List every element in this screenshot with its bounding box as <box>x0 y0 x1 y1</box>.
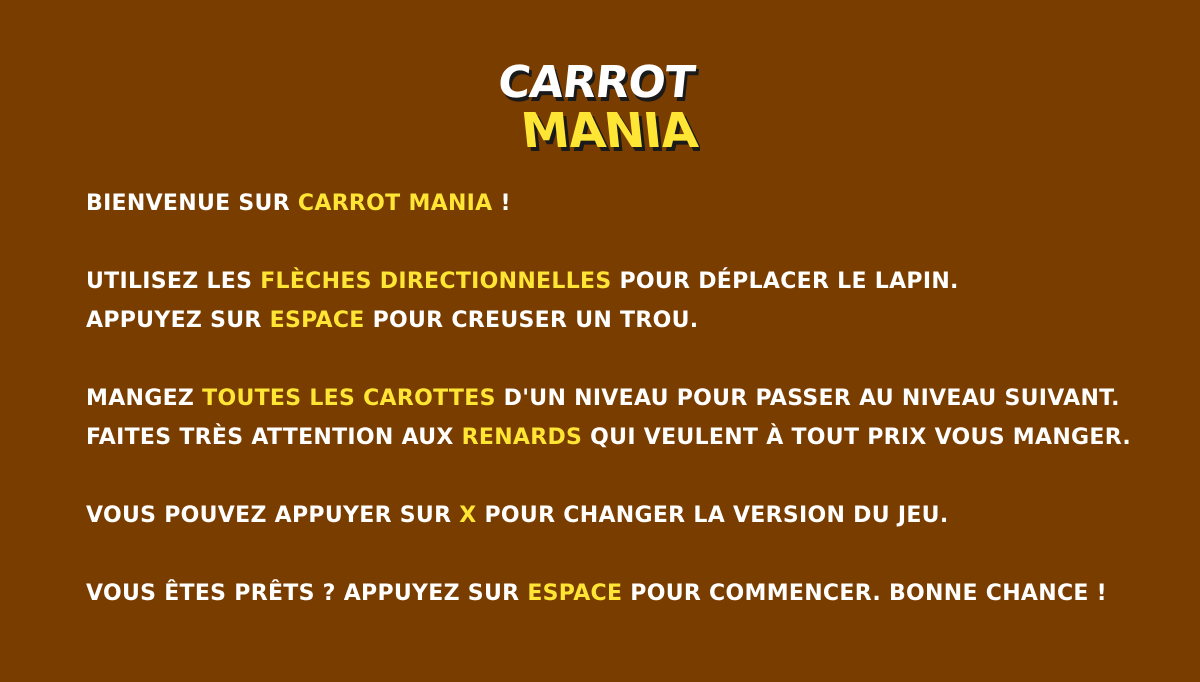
space-key-highlight: espace <box>527 581 623 606</box>
foxes-highlight: renards <box>461 425 583 450</box>
game-screen: CARROT CARROT MANIA MANIA Bienvenue sur … <box>0 0 1200 682</box>
carrot-mania-logo-image: CARROT CARROT MANIA MANIA <box>500 57 700 160</box>
foxes-warning-line: Faites très attention aux renards qui ve… <box>86 425 1132 450</box>
instructions-panel: Bienvenue sur Carrot Mania ! Utilisez le… <box>86 184 1132 613</box>
start-prompt-line: Vous êtes prêts ? Appuyez sur espace pou… <box>86 581 1108 606</box>
move-instruction-line: Utilisez les flèches directionnelles pou… <box>86 269 959 294</box>
x-key-highlight: X <box>459 503 477 528</box>
version-instruction-line: Vous pouvez appuyer sur X pour changer l… <box>86 503 949 528</box>
arrow-keys-highlight: flèches directionnelles <box>260 269 612 294</box>
all-carrots-highlight: toutes les carottes <box>202 386 496 411</box>
game-name-highlight: Carrot Mania <box>297 191 493 216</box>
dig-instruction-line: Appuyez sur espace pour creuser un trou. <box>86 308 699 333</box>
logo-line1: CARROT <box>500 57 697 108</box>
logo-line2: MANIA <box>519 103 700 159</box>
welcome-line: Bienvenue sur Carrot Mania ! <box>86 191 511 216</box>
game-logo: CARROT CARROT MANIA MANIA <box>500 45 700 160</box>
space-key-highlight: espace <box>269 308 365 333</box>
eat-instruction-line: Mangez toutes les carottes d'un niveau p… <box>86 386 1120 411</box>
